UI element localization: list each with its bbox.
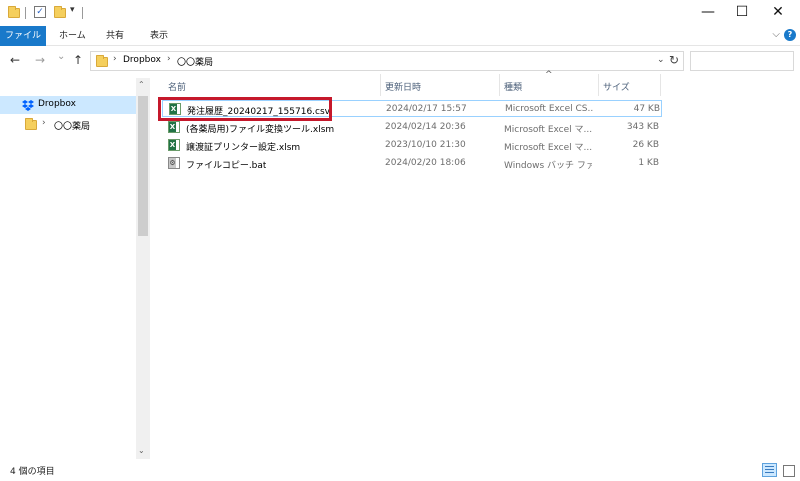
breadcrumb-chevron[interactable]: › [167,54,171,64]
refresh-icon[interactable]: ↻ [669,53,679,67]
new-folder-icon[interactable] [54,6,66,18]
toolbar-separator [25,7,26,19]
nav-item-dropbox[interactable]: Dropbox [0,96,136,114]
file-row[interactable]: X 譲渡証プリンター設定.xlsm 2023/10/10 21:30 Micro… [162,137,662,154]
scroll-up-icon[interactable]: ⌃ [138,80,145,89]
recent-locations-button[interactable]: ⌄ [57,51,65,62]
ribbon-tabs: ファイル ホーム 共有 表示 ⌵ ? [0,26,800,46]
file-type: Windows バッチ ファ... [504,161,592,171]
column-size[interactable]: サイズ [603,80,630,93]
batch-file-icon: ⚙ [168,157,180,169]
quick-access-dropdown[interactable]: ▾ [70,5,75,15]
file-modified: 2024/02/17 15:57 [386,104,467,114]
folder-icon [8,6,20,18]
nav-item-label: Dropbox [38,99,76,109]
file-modified: 2024/02/14 20:36 [385,122,466,132]
file-size: 343 KB [626,122,659,132]
scroll-down-icon[interactable]: ⌄ [138,446,145,455]
column-divider[interactable] [380,74,381,96]
title-bar: ✓ ▾ — ☐ ✕ [0,0,800,26]
column-modified[interactable]: 更新日時 [385,80,421,93]
column-divider[interactable] [660,74,661,96]
tab-file[interactable]: ファイル [0,26,46,46]
search-input[interactable] [690,51,794,71]
expand-chevron-icon[interactable]: › [42,118,46,128]
scrollbar-thumb[interactable] [138,96,148,236]
forward-button[interactable]: → [35,53,45,67]
file-name: 譲渡証プリンター設定.xlsm [186,143,301,153]
highlight-box [158,97,332,121]
column-divider[interactable] [499,74,500,96]
breadcrumb-pharmacy[interactable]: 〇〇薬局 [177,55,213,68]
file-size: 26 KB [632,140,659,150]
file-name: ファイルコピー.bat [186,161,267,171]
properties-icon[interactable]: ✓ [34,6,46,18]
toolbar-separator [82,7,83,19]
large-icons-view-icon[interactable] [781,463,795,477]
breadcrumb-dropbox[interactable]: Dropbox [123,55,161,65]
nav-item-pharmacy[interactable]: › 〇〇薬局 [0,116,136,134]
file-size: 1 KB [638,158,659,168]
file-row[interactable]: X (各薬局用)ファイル変換ツール.xlsm 2024/02/14 20:36 … [162,119,662,136]
file-type: Microsoft Excel マ... [504,143,592,153]
status-bar: 4 個の項目 [0,459,800,481]
file-type: Microsoft Excel CS... [505,104,593,114]
details-view-icon[interactable] [762,463,777,477]
help-icon[interactable]: ? [784,29,796,41]
column-divider[interactable] [598,74,599,96]
breadcrumb-chevron[interactable]: › [113,54,117,64]
close-button[interactable]: ✕ [760,0,796,26]
excel-macro-icon: X [168,121,180,133]
file-size: 47 KB [633,104,660,114]
nav-item-label: 〇〇薬局 [54,122,91,132]
collapse-ribbon-icon[interactable]: ⌵ [772,29,780,40]
tab-view[interactable]: 表示 [150,26,168,46]
minimize-button[interactable]: — [690,0,726,26]
excel-macro-icon: X [168,139,180,151]
column-type[interactable]: 種類 [504,80,522,93]
file-type: Microsoft Excel マ... [504,125,592,135]
sort-indicator-icon: ^ [545,70,553,80]
file-name: (各薬局用)ファイル変換ツール.xlsm [186,125,335,135]
back-button[interactable]: ← [10,53,20,67]
maximize-button[interactable]: ☐ [724,0,760,26]
up-button[interactable]: ↑ [73,53,83,67]
folder-icon [25,118,37,130]
file-modified: 2023/10/10 21:30 [385,140,466,150]
file-row[interactable]: ⚙ ファイルコピー.bat 2024/02/20 18:06 Windows バ… [162,155,662,172]
folder-icon [96,55,108,67]
navigation-pane: Dropbox › 〇〇薬局 ⌃ ⌄ [0,78,150,459]
tab-share[interactable]: 共有 [106,26,124,46]
item-count: 4 個の項目 [10,467,55,477]
tab-home[interactable]: ホーム [59,26,86,46]
address-bar[interactable]: › Dropbox › 〇〇薬局 ⌄ ↻ [90,51,684,71]
dropbox-icon [22,100,34,111]
column-headers: 名前 更新日時 種類 ^ サイズ [162,70,662,96]
address-dropdown[interactable]: ⌄ [657,55,665,65]
file-modified: 2024/02/20 18:06 [385,158,466,168]
column-name[interactable]: 名前 [168,80,186,93]
nav-scrollbar[interactable]: ⌃ ⌄ [136,78,150,459]
